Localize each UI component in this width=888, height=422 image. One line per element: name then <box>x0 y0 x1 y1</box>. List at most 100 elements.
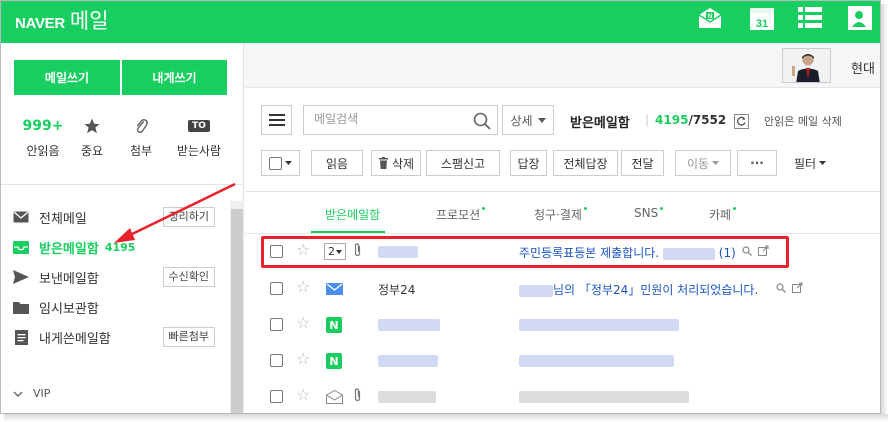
hamburger-icon <box>268 114 285 126</box>
move-button[interactable]: 이동 <box>675 150 731 176</box>
sender <box>378 353 438 367</box>
folder-inbox[interactable]: 받은메일함 4195 <box>1 232 229 262</box>
quick-to-me[interactable]: TO 받는사람 <box>169 115 229 159</box>
spam-report-button[interactable]: 스팸신고 <box>426 150 500 176</box>
mail-row[interactable]: ☆ N <box>245 309 880 341</box>
reply-all-button[interactable]: 전체답장 <box>553 150 618 176</box>
inbox-icon <box>13 240 29 254</box>
open-window-icon <box>792 282 803 293</box>
search-input[interactable] <box>314 112 464 126</box>
new-dot-icon <box>583 207 587 210</box>
star-icon[interactable]: ☆ <box>296 385 310 404</box>
reply-button[interactable]: 답장 <box>510 150 547 176</box>
redacted-text <box>519 318 679 331</box>
select-all-dropdown[interactable] <box>261 150 300 176</box>
naver-wordmark: NAVER <box>15 15 65 32</box>
quick-attach-button[interactable]: 빠른첨부 <box>162 327 215 347</box>
mail-subject[interactable] <box>519 353 674 367</box>
tab-inbox[interactable]: 받은메일함 <box>325 206 380 223</box>
refresh-icon[interactable] <box>734 114 749 129</box>
mail-n-icon[interactable]: N <box>696 4 724 32</box>
tab-promotions[interactable]: 프로모션 <box>436 206 486 223</box>
note-icon <box>13 329 29 345</box>
folder-drafts[interactable]: 임시보관함 <box>1 292 229 322</box>
new-dot-icon <box>660 207 664 210</box>
unread-mail-count: 4195 <box>655 113 689 127</box>
mail-row[interactable]: ☆ <box>245 381 880 413</box>
folder-name: 전체메일 <box>39 211 87 227</box>
quick-attachment[interactable]: 첨부 <box>111 115 171 159</box>
detail-search-button[interactable]: 상세 <box>502 105 554 135</box>
envelope-icon <box>325 281 343 297</box>
new-dot-icon <box>482 207 486 210</box>
tabs-bottom-divider <box>245 233 880 234</box>
folder-all-mail[interactable]: 전체메일 정리하기 <box>1 202 229 232</box>
search-box[interactable] <box>303 105 498 135</box>
redacted-sender <box>378 390 436 403</box>
tab-label: 청구·결제 <box>534 208 582 222</box>
row-checkbox[interactable] <box>270 354 283 367</box>
frame-shadow <box>881 4 888 418</box>
mark-read-button[interactable]: 읽음 <box>311 150 363 176</box>
window-frame: NAVER 메일 N 31 메일쓰기 내게쓰기 999+ 안읽음 중요 첨부 T… <box>0 0 881 414</box>
mail-row[interactable]: ☆ N <box>245 345 880 377</box>
row-checkbox[interactable] <box>270 318 283 331</box>
scrollbar-thumb[interactable] <box>231 209 243 413</box>
send-icon <box>13 270 29 284</box>
write-mail-button[interactable]: 메일쓰기 <box>14 60 120 95</box>
tab-label: 카페 <box>709 208 732 222</box>
delete-button[interactable]: 삭제 <box>371 150 421 176</box>
select-all-checkbox[interactable] <box>269 156 282 170</box>
to-badge: TO <box>188 120 210 132</box>
read-receipt-button[interactable]: 수신확인 <box>162 267 215 287</box>
tab-cafe[interactable]: 카페 <box>709 206 737 223</box>
sender: 정부24 <box>378 283 416 297</box>
write-to-me-button[interactable]: 내게쓰기 <box>122 60 227 95</box>
mail-subject[interactable] <box>519 389 689 403</box>
mail-row[interactable]: ☆ 정부24 님의 「정부24」민원이 처리되었습니다. <box>245 273 880 305</box>
caret-down-icon <box>712 161 720 165</box>
sidebar: 메일쓰기 내게쓰기 999+ 안읽음 중요 첨부 TO 받는사람 전체메일 정리… <box>1 43 244 413</box>
delete-label: 삭제 <box>391 156 415 171</box>
redacted-sender <box>378 354 438 367</box>
mail-subject[interactable] <box>519 317 679 331</box>
tab-sns[interactable]: SNS <box>634 206 664 220</box>
forward-button[interactable]: 전달 <box>621 150 664 176</box>
mailbox-title: 받은메일함 <box>570 116 630 131</box>
tab-billing[interactable]: 청구·결제 <box>534 206 587 223</box>
organize-button[interactable]: 정리하기 <box>162 207 215 227</box>
star-icon[interactable]: ☆ <box>296 313 310 332</box>
redacted-text <box>519 354 674 367</box>
naver-mail-logo[interactable]: NAVER 메일 <box>15 5 109 35</box>
naver-n-icon: N <box>325 317 343 333</box>
detail-label: 상세 <box>510 113 533 128</box>
delete-unread-link[interactable]: 안읽은 메일 삭제 <box>764 113 842 129</box>
avatar[interactable] <box>782 48 831 83</box>
quick-to-me-label: 받는사람 <box>176 144 222 158</box>
caret-down-icon <box>819 161 827 165</box>
vip-section[interactable]: VIP <box>13 387 50 400</box>
frame-shadow <box>4 414 888 422</box>
folder-to-me[interactable]: 내게쓴메일함 빠른첨부 <box>1 322 229 352</box>
sidebar-scrollbar[interactable] <box>230 201 244 413</box>
row-checkbox[interactable] <box>270 282 283 295</box>
tab-label: SNS <box>634 206 659 220</box>
menu-button[interactable] <box>261 105 292 135</box>
caret-down-icon <box>537 117 546 123</box>
mail-subject[interactable]: 님의 「정부24」민원이 처리되었습니다. <box>519 281 758 298</box>
calendar-icon[interactable]: 31 <box>749 4 777 32</box>
more-button[interactable]: ··· <box>737 150 777 176</box>
subject-text: 님의 「정부24」민원이 처리되었습니다. <box>553 283 759 297</box>
redacted-sender <box>378 318 440 331</box>
contacts-icon[interactable] <box>846 4 874 32</box>
list-icon[interactable] <box>797 4 825 32</box>
svg-text:N: N <box>708 14 712 20</box>
search-icon[interactable] <box>473 112 491 133</box>
folder-sent[interactable]: 보낸메일함 수신확인 <box>1 262 229 292</box>
folder-name: 보낸메일함 <box>39 271 99 287</box>
move-label: 이동 <box>686 156 710 171</box>
star-icon[interactable]: ☆ <box>296 349 310 368</box>
filter-button[interactable]: 필터 <box>785 150 835 176</box>
star-icon[interactable]: ☆ <box>296 277 310 296</box>
row-checkbox[interactable] <box>270 390 283 403</box>
